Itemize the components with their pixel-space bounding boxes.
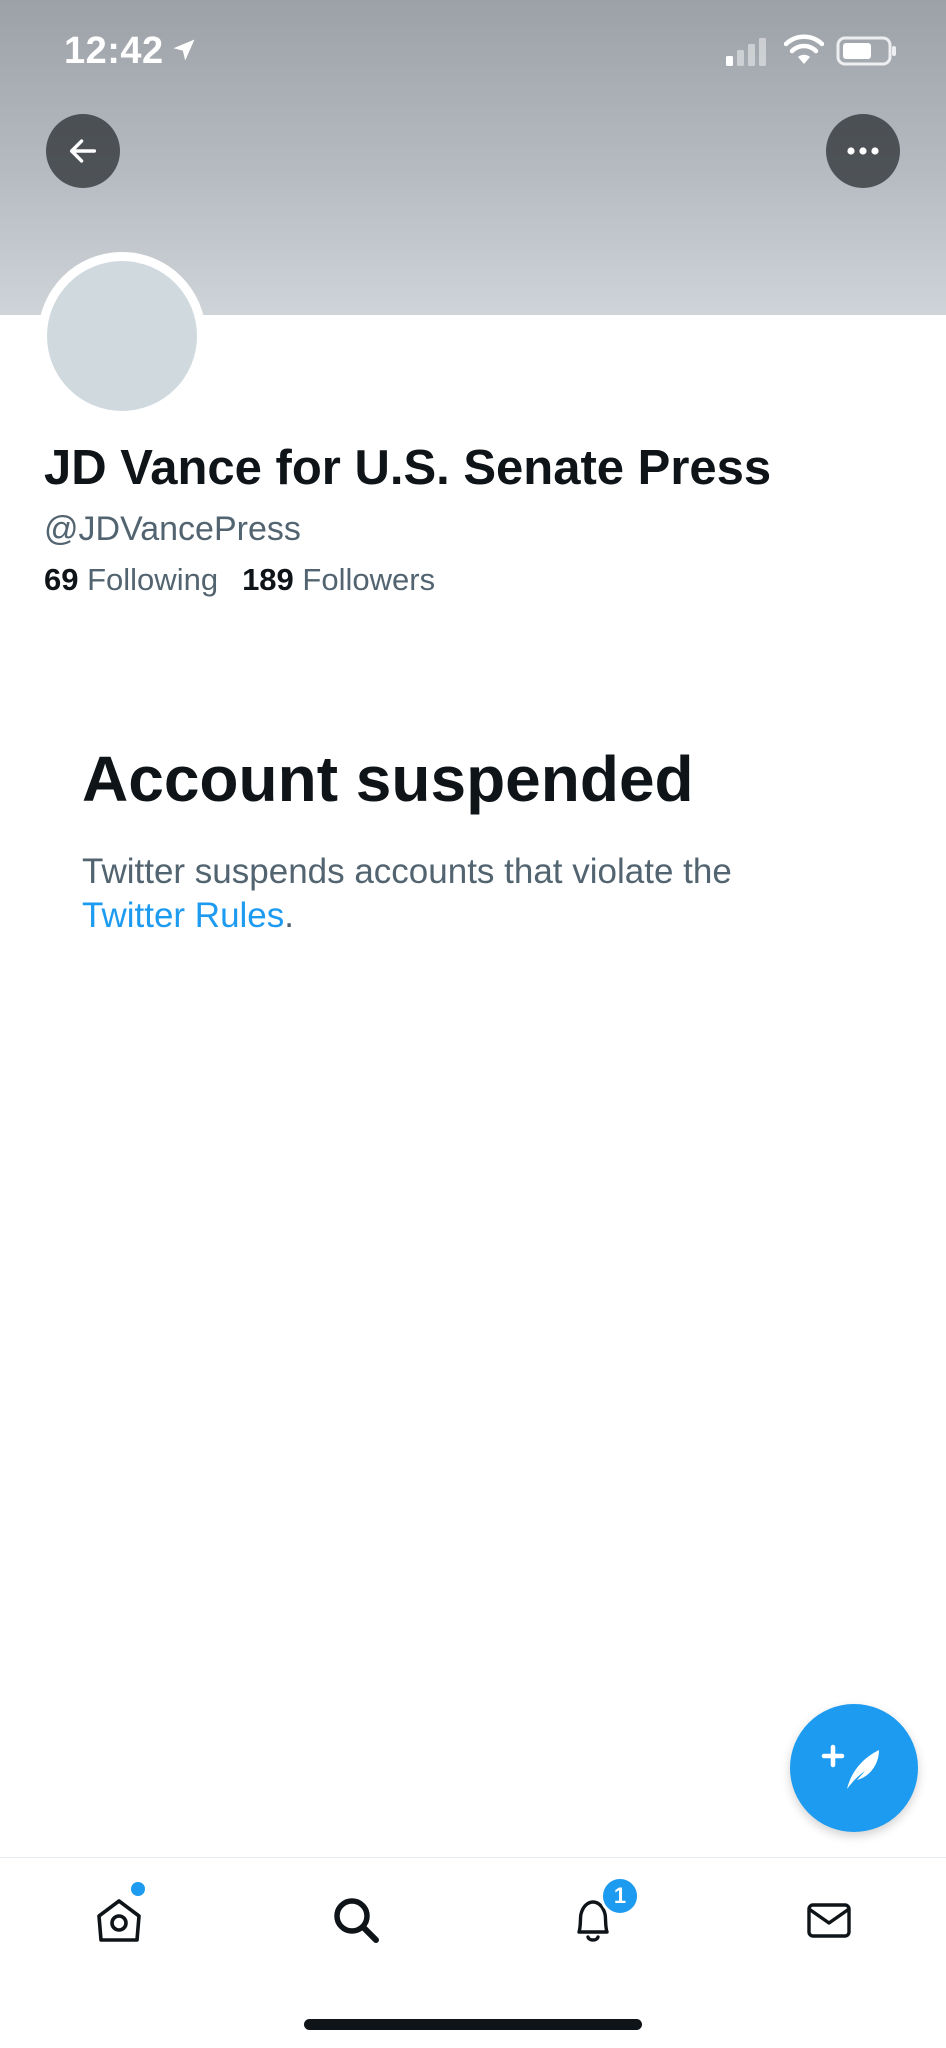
status-time: 12:42 — [64, 30, 164, 72]
following-label: Following — [87, 562, 219, 597]
suspension-body-text: Twitter suspends accounts that violate t… — [82, 852, 732, 891]
back-button[interactable] — [46, 114, 120, 188]
tab-search[interactable] — [316, 1880, 396, 1960]
avatar[interactable] — [47, 261, 197, 411]
suspension-message: Twitter suspends accounts that violate t… — [82, 850, 842, 938]
tab-messages[interactable] — [789, 1880, 869, 1960]
tab-home[interactable] — [79, 1880, 159, 1960]
following-link[interactable]: 69 Following — [44, 562, 218, 598]
wifi-icon — [784, 34, 824, 64]
home-icon — [97, 1899, 141, 1942]
search-icon — [334, 1898, 379, 1943]
following-count: 69 — [44, 562, 79, 597]
followers-label: Followers — [302, 562, 436, 597]
twitter-rules-link[interactable]: Twitter Rules — [82, 896, 284, 935]
home-unread-dot — [131, 1882, 145, 1896]
notification-badge: 1 — [600, 1876, 640, 1916]
compose-tweet-button[interactable] — [790, 1704, 918, 1832]
suspension-title: Account suspended — [82, 743, 694, 815]
home-indicator — [304, 2019, 642, 2030]
battery-icon — [836, 36, 896, 66]
ellipsis-icon — [847, 147, 879, 155]
profile-screen: 12:42 JD Vance for U.S. Senate Press @JD… — [0, 0, 946, 2048]
followers-count: 189 — [242, 562, 294, 597]
status-bar: 12:42 — [0, 0, 946, 100]
suspension-trailing: . — [284, 896, 295, 935]
mail-icon — [807, 1903, 851, 1938]
display-name: JD Vance for U.S. Senate Press — [44, 441, 772, 495]
compose-feather-plus-icon — [821, 1744, 879, 1789]
location-arrow-icon — [173, 39, 195, 61]
cellular-signal-icon — [726, 38, 766, 66]
more-options-button[interactable] — [826, 114, 900, 188]
follow-stats: 69 Following 189 Followers — [44, 562, 459, 598]
followers-link[interactable]: 189 Followers — [242, 562, 435, 598]
arrow-left-icon — [69, 139, 97, 163]
user-handle: @JDVancePress — [44, 510, 301, 548]
